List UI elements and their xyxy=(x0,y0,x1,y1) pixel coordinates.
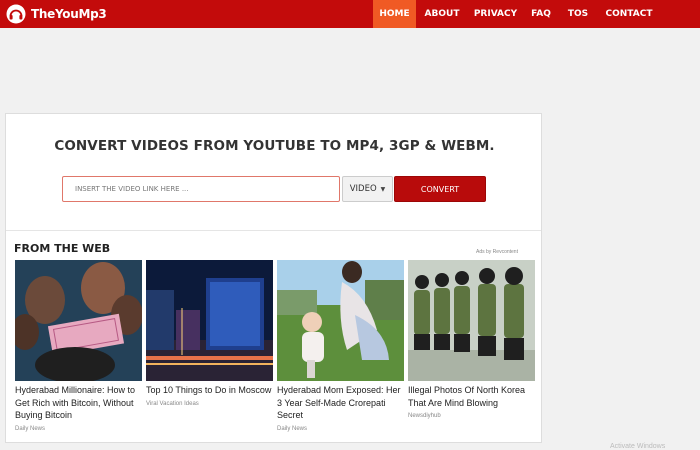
card-source: Viral Vacation Ideas xyxy=(146,400,199,407)
main-nav: HOME ABOUT PRIVACY FAQ TOS CONTACT xyxy=(373,0,661,28)
video-link-input[interactable] xyxy=(62,176,340,202)
sponsored-card[interactable]: Hyderabad Mom Exposed: Her 3 Year Self-M… xyxy=(277,260,404,432)
nav-tos[interactable]: TOS xyxy=(559,0,597,28)
from-the-web-title: FROM THE WEB xyxy=(14,242,111,255)
nav-privacy[interactable]: PRIVACY xyxy=(468,0,523,28)
ads-by-label[interactable]: Ads by Revcontent xyxy=(476,249,518,255)
nav-about[interactable]: ABOUT xyxy=(416,0,468,28)
page-headline: CONVERT VIDEOS FROM YOUTUBE TO MP4, 3GP … xyxy=(54,138,495,154)
brand-name: TheYouMp3 xyxy=(31,7,107,21)
nav-contact[interactable]: CONTACT xyxy=(597,0,661,28)
brand-logo[interactable]: TheYouMp3 xyxy=(6,4,107,24)
section-divider xyxy=(6,230,541,231)
converter-panel: CONVERT VIDEOS FROM YOUTUBE TO MP4, 3GP … xyxy=(5,113,542,443)
card-image-bitcoin xyxy=(15,260,142,381)
format-dropdown[interactable]: VIDEO ▼ xyxy=(342,176,393,202)
sponsored-card[interactable]: Top 10 Things to Do in Moscow Viral Vaca… xyxy=(146,260,273,407)
card-title: Hyderabad Mom Exposed: Her 3 Year Self-M… xyxy=(277,385,401,420)
sponsored-card[interactable]: Illegal Photos Of North Korea That Are M… xyxy=(408,260,535,419)
card-source: Newsdiyhub xyxy=(408,413,441,419)
nav-home[interactable]: HOME xyxy=(373,0,416,28)
card-image-mother-child xyxy=(277,260,404,381)
card-source: Daily News xyxy=(277,425,308,432)
nav-faq[interactable]: FAQ xyxy=(523,0,559,28)
format-selected: VIDEO xyxy=(349,184,377,194)
card-title: Top 10 Things to Do in Moscow xyxy=(146,385,272,395)
card-image-north-korea xyxy=(408,260,535,381)
headphones-icon xyxy=(6,4,26,24)
card-title: Illegal Photos Of North Korea That Are M… xyxy=(408,385,526,408)
convert-button[interactable]: CONVERT xyxy=(394,176,486,202)
activate-windows-watermark: Activate Windows xyxy=(610,443,666,450)
card-title: Hyderabad Millionaire: How to Get Rich w… xyxy=(15,385,136,420)
sponsored-card[interactable]: Hyderabad Millionaire: How to Get Rich w… xyxy=(15,260,142,432)
top-navbar: TheYouMp3 HOME ABOUT PRIVACY FAQ TOS CON… xyxy=(0,0,700,28)
card-image-moscow xyxy=(146,260,273,381)
card-source: Daily News xyxy=(15,425,46,432)
caret-down-icon: ▼ xyxy=(380,185,386,193)
